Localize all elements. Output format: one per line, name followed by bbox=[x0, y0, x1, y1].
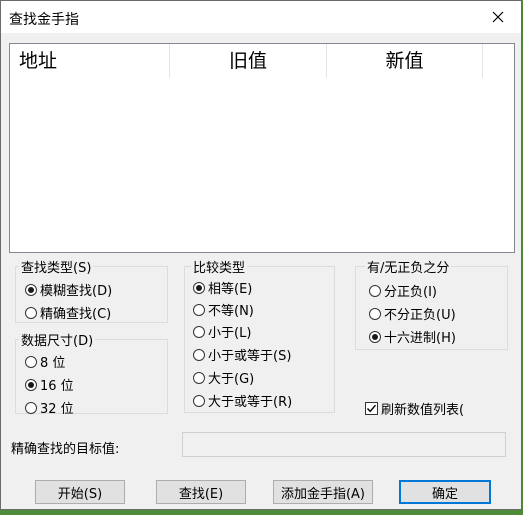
radio-indicator bbox=[193, 371, 205, 384]
radio-indicator bbox=[369, 330, 381, 343]
sign-group-label: 有/无正负之分 bbox=[365, 257, 452, 276]
add-cheat-button[interactable]: 添加金手指(A) bbox=[273, 480, 373, 504]
radio-less-or-equal[interactable]: 小于或等于(S) bbox=[193, 345, 291, 364]
start-button[interactable]: 开始(S) bbox=[35, 480, 125, 504]
radio-label: 小于(L) bbox=[208, 326, 252, 341]
data-size-label: 数据尺寸(D) bbox=[19, 330, 96, 349]
find-button[interactable]: 查找(E) bbox=[156, 480, 246, 504]
find-cheat-dialog: 查找金手指 地址 旧值 新值 查找类型(S) 模糊查找(D) 精确查找(C) 数… bbox=[0, 0, 522, 510]
radio-label: 十六进制(H) bbox=[384, 331, 456, 346]
radio-hexadecimal[interactable]: 十六进制(H) bbox=[369, 327, 456, 346]
ok-button[interactable]: 确定 bbox=[399, 480, 491, 504]
radio-fuzzy-search[interactable]: 模糊查找(D) bbox=[25, 280, 112, 299]
compare-type-label: 比较类型 bbox=[191, 257, 248, 276]
radio-exact-search[interactable]: 精确查找(C) bbox=[25, 303, 111, 322]
close-icon bbox=[492, 11, 504, 23]
target-value-label: 精确查找的目标值: bbox=[11, 442, 120, 457]
radio-label: 小于或等于(S) bbox=[208, 349, 292, 364]
title-bar: 查找金手指 bbox=[1, 1, 521, 33]
radio-unsigned[interactable]: 不分正负(U) bbox=[369, 304, 456, 323]
checkbox-label: 刷新数值列表( bbox=[381, 403, 465, 418]
radio-equal[interactable]: 相等(E) bbox=[193, 278, 252, 297]
radio-greater-than[interactable]: 大于(G) bbox=[193, 368, 254, 387]
column-header-old-value[interactable]: 旧值 bbox=[170, 44, 327, 78]
column-header-address[interactable]: 地址 bbox=[10, 44, 170, 78]
radio-label: 8 位 bbox=[40, 356, 66, 371]
radio-size-16[interactable]: 16 位 bbox=[25, 375, 74, 394]
radio-signed[interactable]: 分正负(I) bbox=[369, 281, 437, 300]
radio-label: 模糊查找(D) bbox=[40, 284, 113, 299]
radio-indicator bbox=[369, 307, 381, 320]
radio-label: 16 位 bbox=[40, 379, 74, 394]
radio-indicator bbox=[193, 348, 205, 361]
radio-indicator bbox=[193, 303, 205, 316]
checkmark-icon bbox=[366, 404, 377, 413]
radio-size-8[interactable]: 8 位 bbox=[25, 352, 65, 371]
radio-label: 精确查找(C) bbox=[40, 307, 112, 322]
radio-indicator bbox=[25, 283, 37, 296]
radio-label: 32 位 bbox=[40, 402, 74, 417]
radio-less-than[interactable]: 小于(L) bbox=[193, 322, 251, 341]
radio-indicator bbox=[25, 378, 37, 391]
search-type-label: 查找类型(S) bbox=[19, 257, 94, 276]
radio-indicator bbox=[25, 401, 37, 414]
refresh-list-checkbox[interactable]: 刷新数值列表( bbox=[365, 399, 464, 418]
radio-label: 大于或等于(R) bbox=[208, 395, 293, 410]
desktop-background bbox=[0, 510, 523, 515]
radio-indicator bbox=[369, 284, 381, 297]
radio-label: 不等(N) bbox=[208, 304, 254, 319]
target-value-input[interactable] bbox=[182, 432, 506, 457]
results-list[interactable]: 地址 旧值 新值 bbox=[9, 43, 515, 253]
radio-indicator bbox=[193, 281, 205, 294]
window-title: 查找金手指 bbox=[9, 12, 79, 28]
column-header-new-value[interactable]: 新值 bbox=[327, 44, 483, 78]
radio-size-32[interactable]: 32 位 bbox=[25, 398, 74, 417]
radio-indicator bbox=[25, 355, 37, 368]
radio-indicator bbox=[193, 325, 205, 338]
radio-label: 相等(E) bbox=[208, 282, 253, 297]
radio-label: 大于(G) bbox=[208, 372, 255, 387]
radio-label: 分正负(I) bbox=[384, 285, 437, 300]
radio-greater-or-equal[interactable]: 大于或等于(R) bbox=[193, 391, 292, 410]
radio-indicator bbox=[193, 394, 205, 407]
checkbox-indicator bbox=[365, 402, 378, 415]
close-button[interactable] bbox=[475, 1, 521, 33]
radio-label: 不分正负(U) bbox=[384, 308, 456, 323]
list-header: 地址 旧值 新值 bbox=[10, 44, 514, 78]
radio-indicator bbox=[25, 306, 37, 319]
radio-not-equal[interactable]: 不等(N) bbox=[193, 300, 254, 319]
